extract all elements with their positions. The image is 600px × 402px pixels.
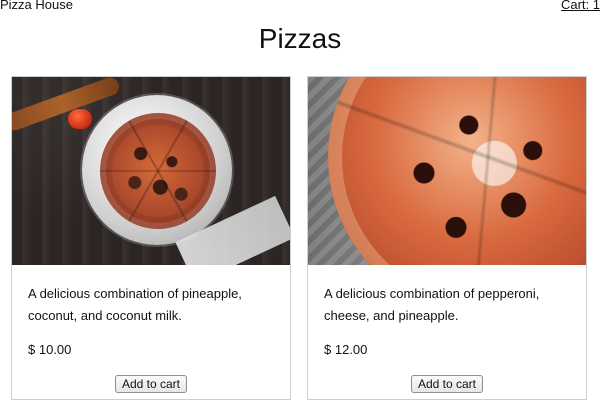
product-price: $ 12.00 xyxy=(324,342,368,357)
pizza-slices-image xyxy=(100,113,216,229)
card-actions: Add to cart xyxy=(12,375,290,393)
product-description: A delicious combination of pepperoni, ch… xyxy=(324,286,540,323)
top-bar: Pizza House Cart: 1 xyxy=(0,0,600,14)
product-card: A delicious combination of pineapple, co… xyxy=(11,76,291,400)
site-brand: Pizza House xyxy=(0,0,73,12)
card-actions: Add to cart xyxy=(308,375,586,393)
pizza-photo xyxy=(12,77,290,265)
add-to-cart-button[interactable]: Add to cart xyxy=(114,375,188,393)
add-to-cart-button[interactable]: Add to cart xyxy=(410,375,484,393)
pizza-photo xyxy=(308,77,586,265)
product-card: A delicious combination of pepperoni, ch… xyxy=(307,76,587,400)
pizza-slices-image xyxy=(328,77,586,265)
tomato-image xyxy=(68,109,92,129)
page: Pizza House Cart: 1 Pizzas A delicious c… xyxy=(0,0,600,402)
product-price: $ 10.00 xyxy=(28,342,72,357)
product-description: A delicious combination of pineapple, co… xyxy=(28,286,242,323)
page-title: Pizzas xyxy=(258,23,342,54)
cart-link[interactable]: Cart: 1 xyxy=(561,0,600,11)
